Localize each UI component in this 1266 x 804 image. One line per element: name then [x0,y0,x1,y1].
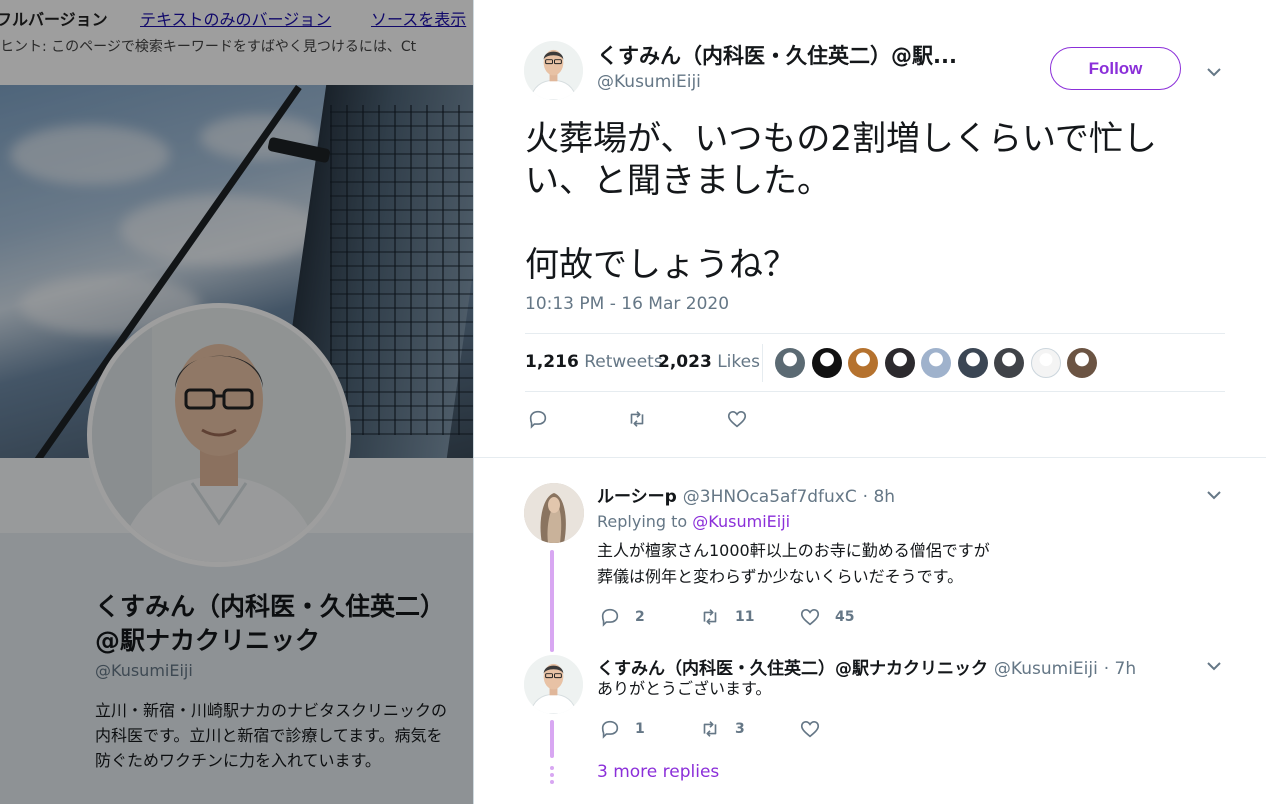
chevron-down-icon[interactable] [1204,656,1224,676]
like-icon [799,718,821,740]
like-icon [799,606,821,628]
reply-author-name[interactable]: ルーシーp [597,487,677,507]
thread-line [550,720,554,758]
retweet-icon [699,606,721,628]
tweet-text-paragraph-1: 火葬場が、いつもの2割増しくらいで忙しい、と聞きました。 [525,119,1157,201]
more-replies-link[interactable]: 3 more replies [597,762,719,782]
reply-header[interactable]: ルーシーp @3HNOca5af7dfuxC · 8h [597,482,895,507]
thread-dot [550,773,554,777]
reply-count: 2 [635,609,645,625]
retweet-count: 3 [735,721,745,737]
like-icon [726,408,748,430]
retweets-count: 1,216 [525,352,579,372]
reply-action[interactable]: 2 [599,606,645,628]
reply-icon [599,718,621,740]
thread-dot [550,780,554,784]
follow-button[interactable]: Follow [1050,47,1181,90]
tweet-stats: 1,216 Retweets 2,023 Likes [525,333,1225,392]
like-action[interactable] [799,718,821,740]
likes-label: Likes [717,352,760,372]
reply-time[interactable]: · 8h [863,487,895,507]
reply-action[interactable]: 1 [599,718,645,740]
retweet-count: 11 [735,609,755,625]
retweet-icon [699,718,721,740]
reply-icon [599,606,621,628]
liker-avatar[interactable] [1067,348,1097,378]
tweet-text: 火葬場が、いつもの2割増しくらいで忙しい、と聞きました。 何故でしょうね？ [525,118,1185,286]
reply-text: 主人が檀家さん1000軒以上のお寺に勤める僧侶ですが 葬儀は例年と変わらずか少な… [597,538,1197,590]
reply-author-handle[interactable]: @3HNOca5af7dfuxC [683,487,857,507]
reply-action[interactable] [527,408,549,430]
liker-avatar[interactable] [811,348,842,378]
reply-avatar[interactable] [524,655,583,714]
thread-dot [550,766,554,770]
stats-divider [762,344,763,382]
thread-line [550,550,554,652]
chevron-down-icon[interactable] [1204,485,1224,505]
liker-avatar[interactable] [848,348,878,378]
tweet-text-paragraph-2: 何故でしょうね？ [525,245,797,285]
like-count: 45 [835,609,855,625]
tweet-timestamp[interactable]: 10:13 PM - 16 Mar 2020 [525,294,729,314]
reply-text-line-1: 主人が檀家さん1000軒以上のお寺に勤める僧侶ですが [597,541,990,560]
tweet-author-handle[interactable]: @KusumiEiji [597,72,701,92]
retweet-action[interactable] [626,408,648,430]
reply-count: 1 [635,721,645,737]
reply-text-line-2: 葬儀は例年と変わらずか少ないくらいだそうです。 [597,567,964,586]
section-divider [474,457,1266,458]
likes-count: 2,023 [658,352,712,372]
liker-avatar[interactable] [994,348,1024,378]
liker-avatar[interactable] [921,348,951,378]
like-action[interactable]: 45 [799,606,854,628]
chevron-down-icon[interactable] [1204,62,1224,82]
replying-to-mention[interactable]: @KusumiEiji [692,512,790,531]
reply-avatar[interactable] [524,483,584,543]
tweet-modal: くすみん（内科医・久住英二）@駅... @KusumiEiji Follow 火… [473,0,1266,804]
liker-avatar[interactable] [884,348,915,378]
author-avatar[interactable] [524,41,583,100]
likes-stat[interactable]: 2,023 Likes [658,352,760,372]
liker-avatar[interactable] [1030,348,1061,378]
tweet-author-name[interactable]: くすみん（内科医・久住英二）@駅... [597,40,957,70]
liker-avatar[interactable] [957,348,988,378]
reply-icon [527,408,549,430]
retweets-stat[interactable]: 1,216 Retweets [525,352,663,372]
like-action[interactable] [726,408,748,430]
replying-to-prefix: Replying to [597,512,688,531]
replying-to: Replying to @KusumiEiji [597,512,790,531]
retweet-action[interactable]: 11 [699,606,754,628]
retweet-action[interactable]: 3 [699,718,745,740]
liker-avatar[interactable] [775,348,805,378]
retweet-icon [626,408,648,430]
reply-text: ありがとうございます。 [597,679,772,698]
retweets-label: Retweets [584,352,663,372]
